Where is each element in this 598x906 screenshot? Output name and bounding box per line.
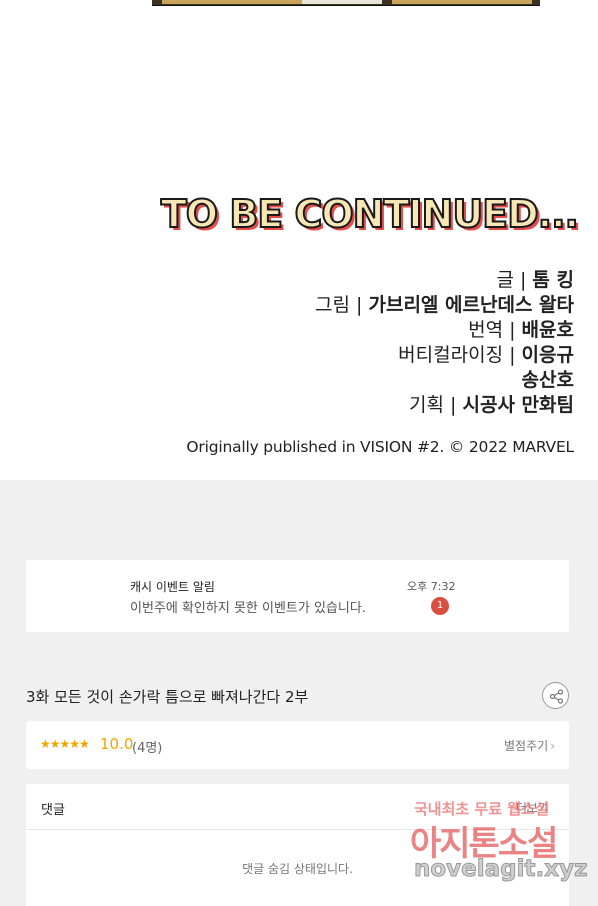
rating-score: 10.0	[100, 735, 134, 753]
comments-title: 댓글	[41, 803, 65, 818]
share-icon	[549, 689, 564, 704]
rating-count: (4명)	[132, 741, 163, 756]
credit-row: 그림 | 가브리엘 에르난데스 왈타	[315, 294, 574, 316]
notice-message: 이번주에 확인하지 못한 이벤트가 있습니다.	[130, 601, 366, 616]
rating-card: ★★★★★ 10.0 (4명) 별점주기 ›	[26, 721, 569, 769]
copyright-text: Originally published in VISION #2. © 202…	[186, 438, 574, 456]
credit-row: 글 | 톰 킹	[496, 269, 574, 291]
credit-row: 버티컬라이징 | 이응규	[398, 344, 574, 366]
chevron-right-icon: ›	[550, 739, 555, 753]
episode-title: 3화 모든 것이 손가락 틈으로 빠져나간다 2부	[26, 688, 309, 706]
comments-header: 댓글 더보기	[26, 784, 569, 830]
to-be-continued-text: TO BE CONTINUED...	[160, 191, 580, 237]
event-notice-card[interactable]: 캐시 이벤트 알림 이번주에 확인하지 못한 이벤트가 있습니다. 오후 7:3…	[26, 560, 569, 632]
comments-more-link[interactable]: 더보기	[516, 799, 549, 816]
rate-button-label: 별점주기	[504, 739, 549, 753]
credit-row: 번역 | 배윤호	[468, 319, 574, 341]
credits: 글 | 톰 킹 그림 | 가브리엘 에르난데스 왈타 번역 | 배윤호 버티컬라…	[315, 268, 574, 418]
credit-row: 기획 | 시공사 만화팀	[409, 394, 574, 416]
notice-count-badge: 1	[431, 597, 449, 615]
comic-panel: TO BE CONTINUED... 글 | 톰 킹 그림 | 가브리엘 에르난…	[0, 0, 598, 480]
rate-button[interactable]: 별점주기 ›	[504, 737, 555, 754]
notice-title: 캐시 이벤트 알림	[130, 580, 215, 594]
comic-image-top	[152, 0, 540, 6]
notice-time: 오후 7:32	[407, 580, 456, 593]
credit-row: 송산호	[521, 369, 574, 391]
comments-hidden-message: 댓글 숨김 상태입니다.	[242, 862, 353, 876]
star-rating-icon: ★★★★★	[40, 737, 90, 751]
comments-section: 댓글 더보기 댓글 숨김 상태입니다.	[26, 784, 569, 906]
share-button[interactable]	[542, 682, 569, 709]
